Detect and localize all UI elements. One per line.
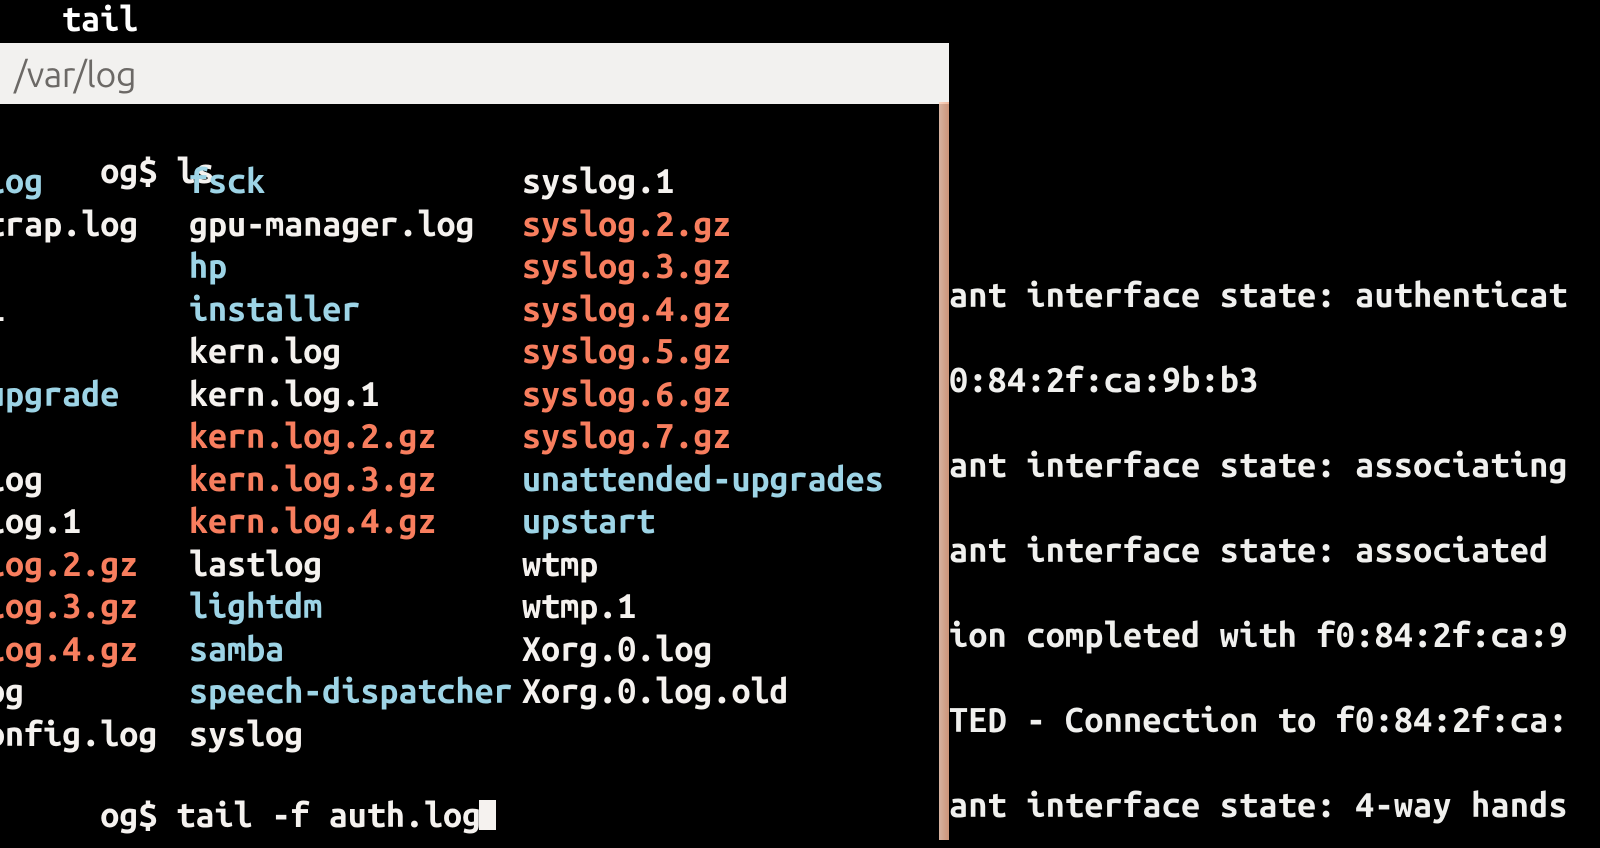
window-tab-label: tail [62, 0, 138, 38]
log-line: ant interface state: 4-way hands [949, 763, 1600, 848]
log-line: 0:84:2f:ca:9b:b3 [949, 338, 1600, 423]
terminal-window: /var/log og$ ls logtrap.log1upgradeloglo… [0, 43, 949, 840]
ls-entry: log.1 [0, 500, 157, 543]
shell-prompt-tail[interactable]: og$ tail -f auth.log [0, 758, 496, 840]
log-line: ant interface state: associated [949, 508, 1600, 593]
ls-entry: fsck [189, 160, 513, 203]
ls-entry: kern.log.2.gz [189, 415, 513, 458]
ls-column-3: syslog.1syslog.2.gzsyslog.3.gzsyslog.4.g… [522, 160, 884, 755]
ls-entry: Xorg.0.log.old [522, 670, 884, 713]
ls-entry: lightdm [189, 585, 513, 628]
ls-entry [0, 245, 157, 288]
ls-entry: Xorg.0.log [522, 628, 884, 671]
ls-entry: upstart [522, 500, 884, 543]
ls-entry: kern.log.3.gz [189, 458, 513, 501]
ls-entry: trap.log [0, 203, 157, 246]
ls-entry: kern.log.4.gz [189, 500, 513, 543]
ls-entry: speech-dispatcher [189, 670, 513, 713]
ls-entry: installer [189, 288, 513, 331]
ls-entry: kern.log [189, 330, 513, 373]
log-line: ion completed with f0:84:2f:ca:9 [949, 593, 1600, 678]
ls-entry [0, 415, 157, 458]
ls-entry: syslog.6.gz [522, 373, 884, 416]
ls-entry: log [0, 160, 157, 203]
window-titlebar[interactable]: /var/log [0, 43, 949, 104]
ls-entry: syslog.7.gz [522, 415, 884, 458]
log-line: ant interface state: associating [949, 423, 1600, 508]
ls-entry [522, 713, 884, 756]
ls-entry: kern.log.1 [189, 373, 513, 416]
ls-entry: lastlog [189, 543, 513, 586]
ls-entry: syslog.1 [522, 160, 884, 203]
log-line: ant interface state: authenticat [949, 253, 1600, 338]
ls-entry: onfig.log [0, 713, 157, 756]
ls-entry: log [0, 458, 157, 501]
ls-entry [0, 330, 157, 373]
ls-entry: syslog.5.gz [522, 330, 884, 373]
terminal-cursor [479, 800, 496, 830]
ls-entry: unattended-upgrades [522, 458, 884, 501]
ls-column-2: fsckgpu-manager.loghpinstallerkern.logke… [189, 160, 513, 755]
background-terminal-output: ant interface state: authenticat0:84:2f:… [949, 253, 1600, 848]
log-line: TED - Connection to f0:84:2f:ca: [949, 678, 1600, 763]
ls-entry: log.3.gz [0, 585, 157, 628]
ls-entry: syslog.2.gz [522, 203, 884, 246]
ls-entry: log.4.gz [0, 628, 157, 671]
ls-entry: hp [189, 245, 513, 288]
command-text: tail -f auth.log [176, 796, 481, 834]
ls-entry: syslog.3.gz [522, 245, 884, 288]
terminal-body[interactable]: og$ ls logtrap.log1upgradeloglog.1log.2.… [0, 104, 939, 840]
window-right-border [939, 102, 949, 840]
ls-entry: wtmp.1 [522, 585, 884, 628]
ls-entry: wtmp [522, 543, 884, 586]
ls-entry: og [0, 670, 157, 713]
prompt-text: og$ [100, 796, 176, 834]
ls-entry: syslog [189, 713, 513, 756]
ls-entry: gpu-manager.log [189, 203, 513, 246]
ls-entry: 1 [0, 288, 157, 331]
ls-entry: syslog.4.gz [522, 288, 884, 331]
ls-entry: samba [189, 628, 513, 671]
ls-column-1: logtrap.log1upgradeloglog.1log.2.gzlog.3… [0, 160, 157, 755]
ls-entry: log.2.gz [0, 543, 157, 586]
ls-entry: upgrade [0, 373, 157, 416]
